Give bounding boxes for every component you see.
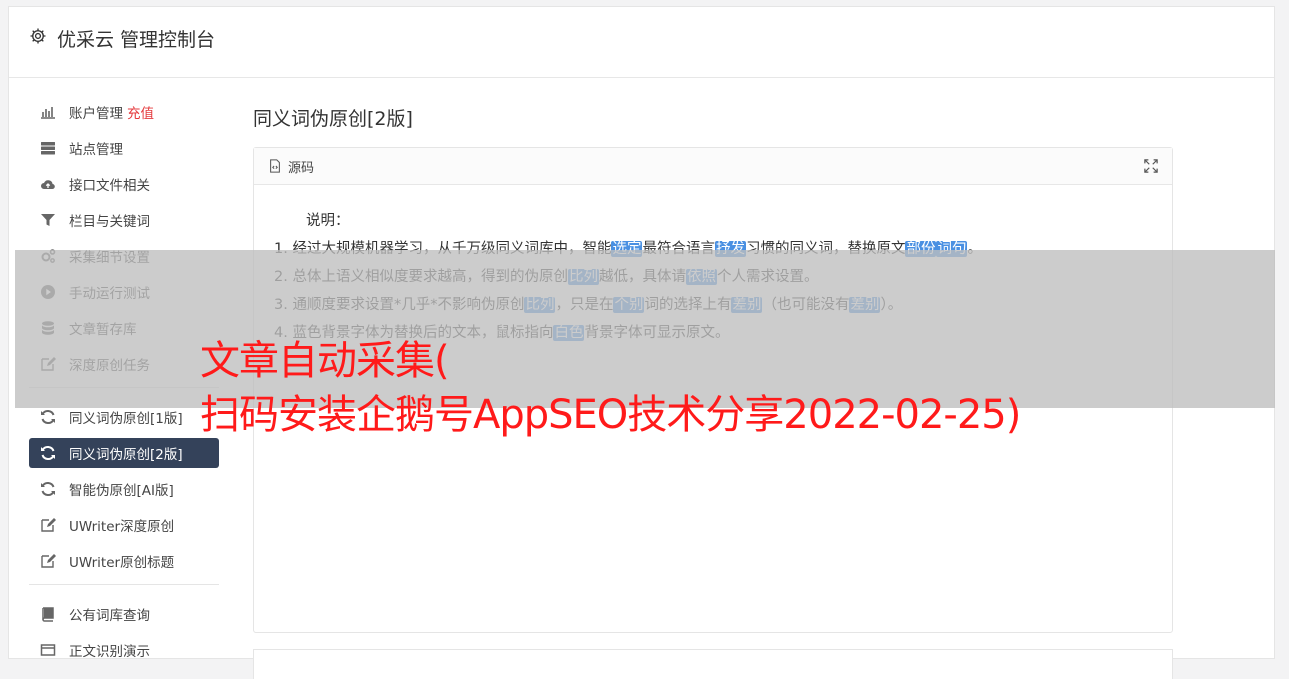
app-title: 优采云 管理控制台 <box>57 29 216 51</box>
code-file-icon <box>270 159 280 173</box>
sidebar-item-label: 智能伪原创[AI版] <box>69 483 174 499</box>
edit-icon <box>39 516 57 534</box>
bar-chart-icon <box>39 103 57 121</box>
sidebar-item-label: 公有词库查询 <box>69 608 150 624</box>
intro-text: 说明： <box>306 213 350 229</box>
top-bar: 优采云 管理控制台 <box>9 7 1274 78</box>
sidebar-item[interactable]: 智能伪原创[AI版] <box>29 474 219 504</box>
page-title: 同义词伪原创[2版] <box>253 108 413 130</box>
sidebar-item-label: UWriter原创标题 <box>69 555 175 571</box>
cloud-upload-icon <box>39 175 57 193</box>
second-panel <box>253 649 1173 679</box>
window-icon <box>39 641 57 659</box>
sidebar-item[interactable]: 账户管理 充值 <box>29 97 219 127</box>
refresh-icon <box>39 408 57 426</box>
overlay-line-2: 扫码安装企鹅号AppSEO技术分享2022-02-25) <box>200 392 1021 438</box>
sidebar-item[interactable]: 接口文件相关 <box>29 169 219 199</box>
book-icon <box>39 605 57 623</box>
sidebar-item-label: 栏目与关键词 <box>69 214 150 230</box>
filter-icon <box>39 211 57 229</box>
server-icon <box>39 139 57 157</box>
refresh-icon <box>39 444 57 462</box>
sidebar-item[interactable]: 公有词库查询 <box>29 599 219 629</box>
expand-icon[interactable] <box>1144 159 1158 173</box>
sidebar-item[interactable]: 栏目与关键词 <box>29 205 219 235</box>
sidebar-item-label: 账户管理 <box>69 106 123 122</box>
sidebar-item-label: 站点管理 <box>69 142 123 158</box>
sidebar-separator <box>29 584 219 585</box>
sidebar-item[interactable]: 正文识别演示 <box>29 635 219 665</box>
sidebar-item-label: 同义词伪原创[1版] <box>69 411 183 427</box>
panel-header: 源码 <box>254 148 1172 185</box>
sidebar-item-label: UWriter深度原创 <box>69 519 175 535</box>
sidebar-item-label: 正文识别演示 <box>69 644 150 660</box>
sidebar-item[interactable]: 站点管理 <box>29 133 219 163</box>
panel-header-label: 源码 <box>288 161 315 176</box>
overlay-line-1: 文章自动采集( <box>200 338 450 384</box>
edit-icon <box>39 552 57 570</box>
refresh-icon <box>39 480 57 498</box>
sidebar-item[interactable]: UWriter原创标题 <box>29 546 219 576</box>
recharge-link[interactable]: 充值 <box>127 102 154 122</box>
sidebar-item[interactable]: UWriter深度原创 <box>29 510 219 540</box>
sidebar-item-label: 同义词伪原创[2版] <box>69 447 183 463</box>
sidebar-item[interactable]: 同义词伪原创[2版] <box>29 438 219 468</box>
sidebar-item-label: 接口文件相关 <box>69 178 150 194</box>
gear-icon <box>30 28 46 44</box>
overlay-watermark-text: 文章自动采集( 扫码安装企鹅号AppSEO技术分享2022-02-25) <box>200 334 1021 442</box>
